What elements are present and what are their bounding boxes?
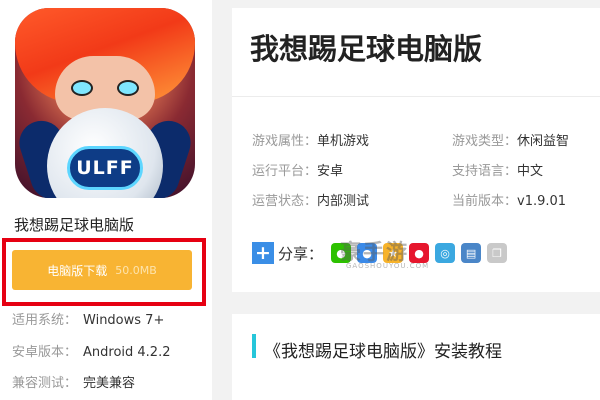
attr-label: 运营状态： [252, 194, 318, 209]
attr-game-type: 游戏类型：休闲益智 [452, 130, 569, 149]
spec-label: 安卓版本： [12, 345, 78, 360]
share-label: 分享： [278, 244, 324, 263]
tencent-weibo-icon[interactable]: ◎ [435, 243, 456, 263]
attr-status: 运营状态：内部测试 [252, 190, 369, 209]
page-title: 我想踢足球电脑版 [250, 32, 483, 66]
icon-badge: ULFF [67, 146, 143, 190]
attr-value: 休闲益智 [517, 134, 570, 149]
attr-language: 支持语言：中文 [452, 160, 543, 179]
print-icon[interactable]: ▤ [461, 243, 482, 263]
attr-label: 当前版本： [452, 194, 518, 209]
copy-icon[interactable]: ❐ [487, 243, 508, 263]
attr-version: 当前版本：v1.9.01 [452, 190, 566, 209]
share-plus-icon[interactable]: + [252, 242, 274, 264]
tutorial-heading: 《我想踢足球电脑版》安装教程 [264, 342, 502, 362]
attr-label: 游戏属性： [252, 134, 318, 149]
app-icon[interactable]: ULFF [15, 8, 195, 198]
spec-value: Android 4.2.2 [83, 345, 171, 360]
attr-value: 安卓 [317, 164, 344, 179]
attr-value: 中文 [517, 164, 544, 179]
spec-value: Windows 7+ [83, 313, 165, 328]
pc-download-button[interactable]: 电脑版下载 50.0MB [12, 250, 192, 290]
attr-game-property: 游戏属性：单机游戏 [252, 130, 369, 149]
attr-label: 游戏类型： [452, 134, 518, 149]
spec-row-system: 适用系统： Windows 7+ [12, 309, 164, 328]
spec-row-compat: 兼容测试： 完美兼容 [12, 372, 135, 391]
section-accent-bar [252, 334, 256, 358]
attr-value: 内部测试 [317, 194, 370, 209]
spec-row-android: 安卓版本： Android 4.2.2 [12, 341, 171, 360]
download-size: 50.0MB [115, 263, 157, 277]
attr-platform: 运行平台：安卓 [252, 160, 343, 179]
site-watermark-url: GAOSHOUYOU.COM [346, 262, 430, 270]
divider [232, 96, 600, 97]
spec-label: 兼容测试： [12, 376, 78, 391]
download-label: 电脑版下载 [47, 263, 108, 278]
character-eye-graphic [117, 80, 139, 96]
attr-label: 支持语言： [452, 164, 518, 179]
spec-label: 适用系统： [12, 313, 78, 328]
spec-value: 完美兼容 [83, 376, 136, 391]
character-eye-graphic [71, 80, 93, 96]
weibo-icon[interactable]: ● [409, 243, 430, 263]
attr-label: 运行平台： [252, 164, 318, 179]
attr-value: 单机游戏 [317, 134, 370, 149]
attr-value: v1.9.01 [517, 194, 567, 209]
app-name: 我想踢足球电脑版 [14, 216, 135, 234]
